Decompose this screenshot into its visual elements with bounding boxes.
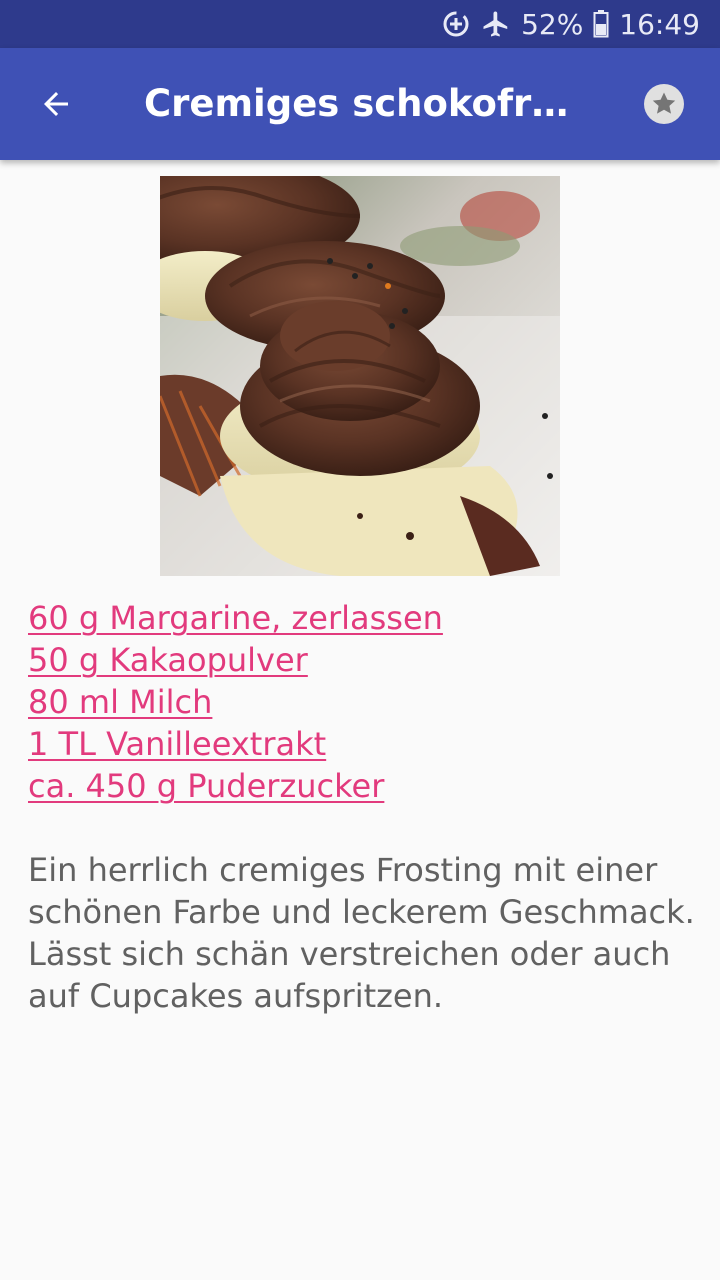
app-bar: Cremiges schokofrosti… [0,48,720,160]
back-button[interactable] [28,76,84,132]
airplane-mode-icon [481,9,511,39]
ingredient-list: 60 g Margarine, zerlassen 50 g Kakaopulv… [28,597,688,807]
star-icon [643,83,685,125]
recipe-description: Ein herrlich cremiges Frosting mit einer… [28,851,695,1015]
clock: 16:49 [619,7,700,41]
battery-percent: 52% [521,7,584,41]
cupcake-image [160,176,560,576]
arrow-back-icon [38,86,74,122]
recipe-photo [160,176,560,576]
status-bar: 52% 16:49 [0,0,720,48]
page-title: Cremiges schokofrosti… [144,82,584,125]
ingredient-link[interactable]: 80 ml Milch [28,681,688,723]
favorite-button[interactable] [636,76,692,132]
ingredient-link[interactable]: ca. 450 g Puderzucker [28,765,688,807]
ingredient-link[interactable]: 50 g Kakaopulver [28,639,688,681]
status-icons: 52% 16:49 [441,0,700,48]
battery-icon [593,10,609,38]
ingredient-link[interactable]: 60 g Margarine, zerlassen [28,597,688,639]
ingredient-link[interactable]: 1 TL Vanilleextrakt [28,723,688,765]
data-saver-icon [441,9,471,39]
